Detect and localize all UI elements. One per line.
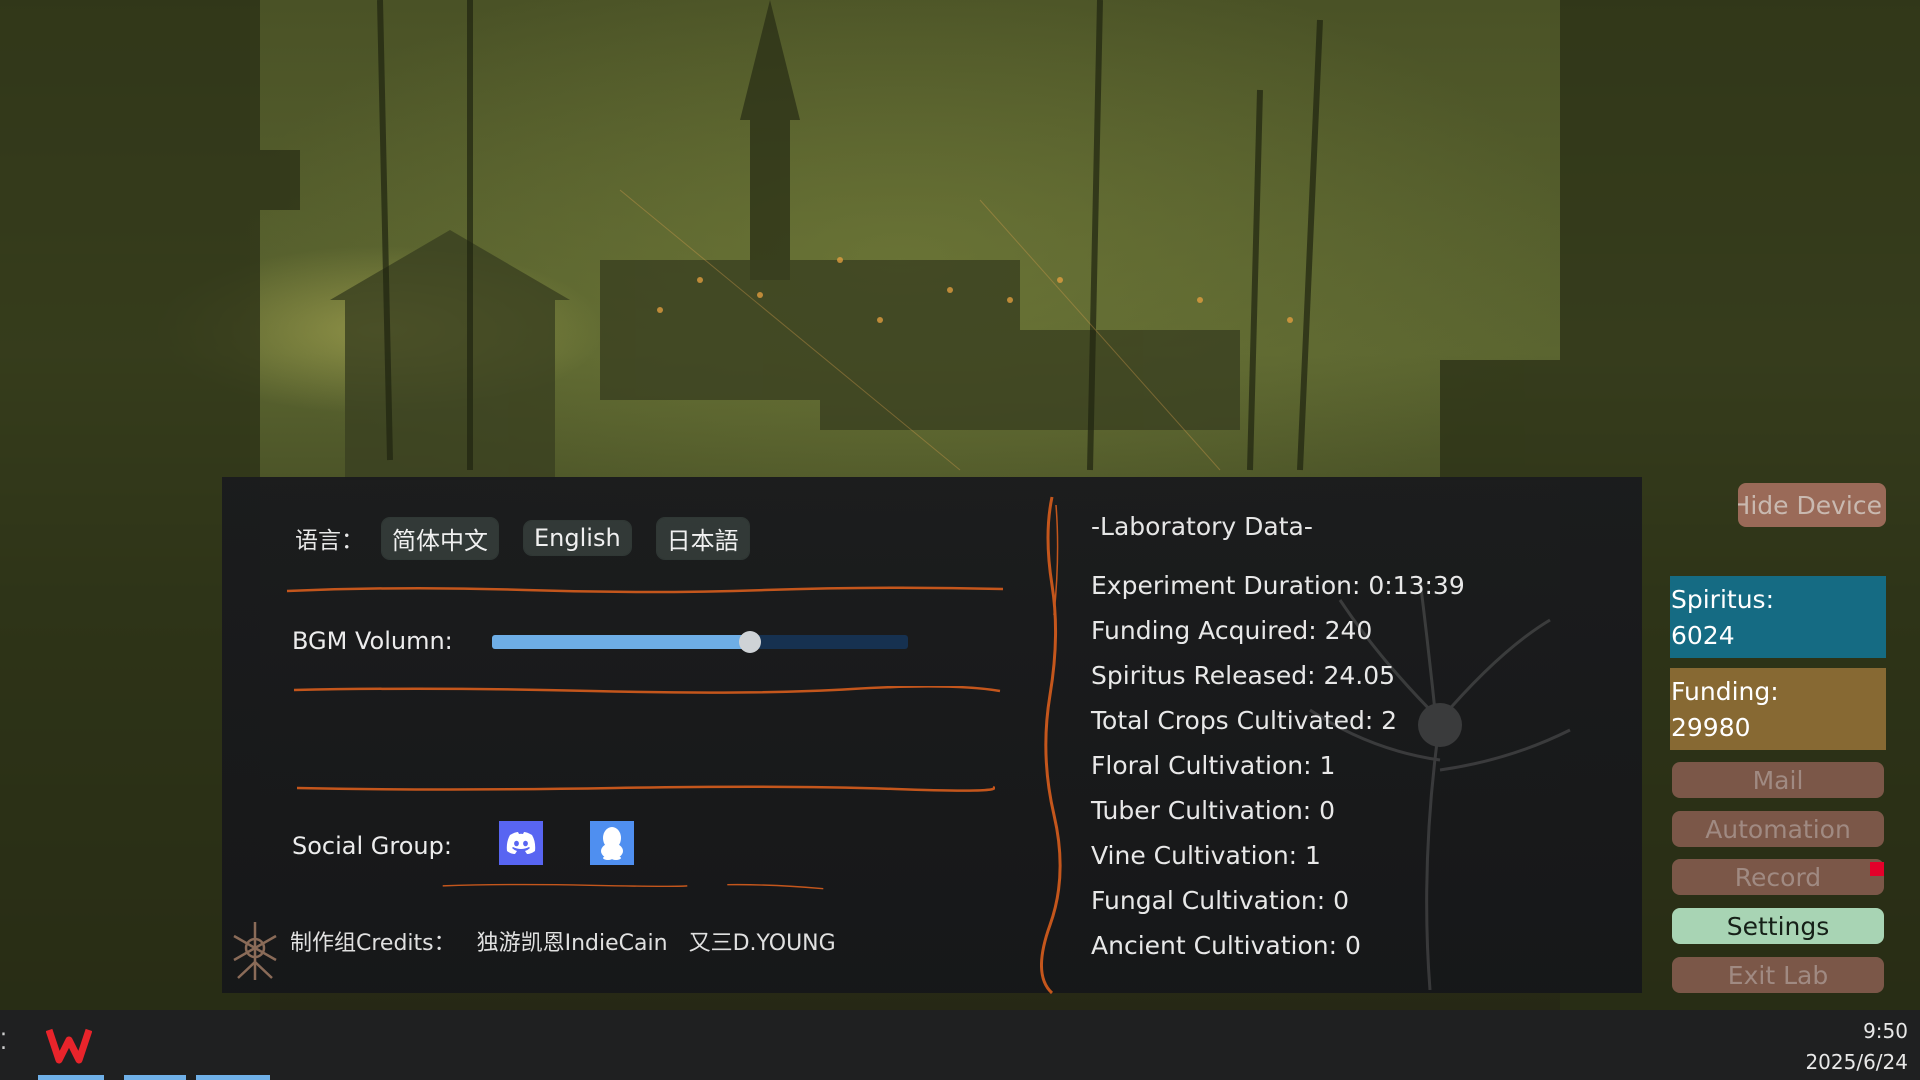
taskbar-indicator	[124, 1075, 186, 1080]
taskbar-clock: 9:50 2025/6/24	[1805, 1016, 1908, 1078]
credits-label: 制作组Credits：	[290, 931, 456, 956]
funding-counter: Funding: 29980	[1670, 668, 1886, 750]
divider-line	[296, 785, 995, 792]
mail-button[interactable]: Mail	[1672, 762, 1884, 798]
bgm-volume-label: BGM Volumn:	[292, 627, 453, 655]
language-button-en[interactable]: English	[524, 521, 631, 555]
vertical-divider	[1040, 496, 1062, 995]
lab-stat-ancient: Ancient Cultivation: 0	[1091, 931, 1361, 960]
bgm-volume-slider[interactable]	[492, 631, 908, 653]
divider-line	[286, 586, 1004, 594]
social-group-label: Social Group:	[292, 832, 452, 860]
divider-line	[442, 883, 824, 890]
lab-stat-fungal: Fungal Cultivation: 0	[1091, 886, 1350, 915]
qq-icon[interactable]	[590, 821, 634, 865]
lab-data-list: Experiment Duration: 0:13:39 Funding Acq…	[1091, 563, 1465, 968]
funding-value: 29980	[1671, 713, 1751, 742]
lab-stat-vine: Vine Cultivation: 1	[1091, 841, 1321, 870]
lab-stat-funding-acquired: Funding Acquired: 240	[1091, 616, 1373, 645]
studio-logo-icon	[233, 922, 277, 980]
credit-dyoung: 又三D.YOUNG	[688, 931, 836, 956]
clock-date: 2025/6/24	[1805, 1050, 1908, 1074]
lab-data-title: -Laboratory Data-	[1091, 512, 1313, 541]
automation-button[interactable]: Automation	[1672, 811, 1884, 847]
credits-line: 制作组Credits： 独游凯恩IndieCain 又三D.YOUNG	[290, 925, 850, 957]
language-button-ja[interactable]: 日本語	[656, 517, 749, 559]
discord-icon[interactable]	[499, 821, 543, 865]
language-selector: 语言： 简体中文 English 日本語	[295, 517, 775, 559]
credit-indiecain: 独游凯恩IndieCain	[476, 931, 668, 956]
record-notification-badge	[1870, 862, 1884, 876]
taskbar-indicator	[196, 1075, 270, 1080]
exit-lab-button[interactable]: Exit Lab	[1672, 957, 1884, 993]
taskbar	[0, 1010, 1920, 1080]
wps-office-icon[interactable]	[46, 1026, 92, 1064]
lab-stat-tuber: Tuber Cultivation: 0	[1091, 796, 1336, 825]
taskbar-overflow-icon[interactable]: ⁚	[0, 1030, 7, 1055]
divider-line	[293, 686, 1001, 694]
lab-stat-floral: Floral Cultivation: 1	[1091, 751, 1336, 780]
bgm-volume-handle[interactable]	[738, 631, 761, 653]
taskbar-active-indicator	[38, 1075, 104, 1080]
clock-time: 9:50	[1863, 1019, 1908, 1043]
spiritus-label: Spiritus:	[1671, 585, 1775, 614]
record-button[interactable]: Record	[1672, 859, 1884, 895]
language-label: 语言：	[295, 528, 364, 554]
lab-stat-experiment-duration: Experiment Duration: 0:13:39	[1091, 571, 1465, 600]
hide-device-button[interactable]: Hide Device	[1738, 483, 1886, 527]
funding-label: Funding:	[1671, 677, 1779, 706]
settings-button[interactable]: Settings	[1672, 908, 1884, 944]
lab-stat-spiritus-released: Spiritus Released: 24.05	[1091, 661, 1396, 690]
spiritus-counter: Spiritus: 6024	[1670, 576, 1886, 658]
spiritus-value: 6024	[1671, 621, 1735, 650]
language-button-zh[interactable]: 简体中文	[382, 517, 498, 559]
lab-stat-total-crops: Total Crops Cultivated: 2	[1091, 706, 1398, 735]
bgm-volume-fill	[492, 635, 750, 649]
